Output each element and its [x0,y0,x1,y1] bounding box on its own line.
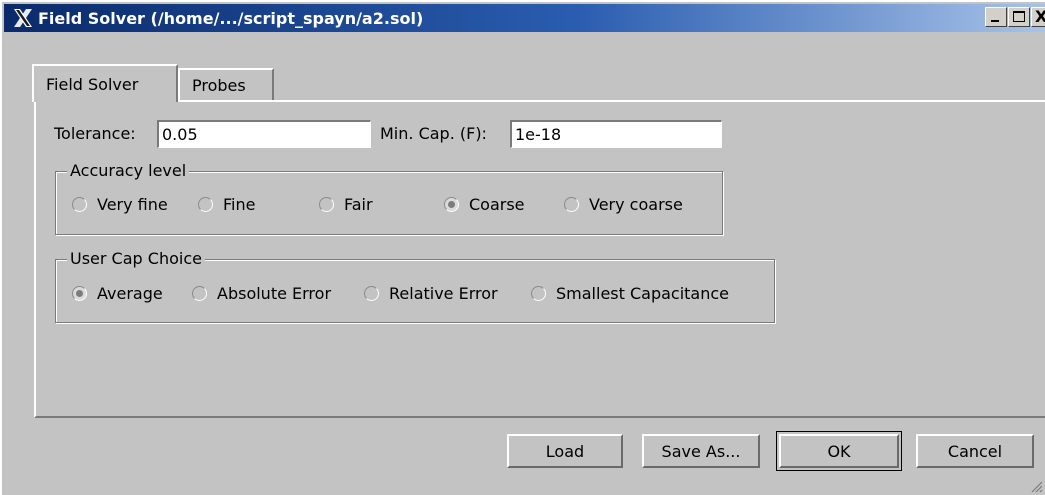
maximize-button[interactable] [1008,7,1030,27]
close-icon: X [1035,7,1045,26]
radio-icon [531,286,546,301]
tab-probes[interactable]: Probes [178,68,274,100]
min-cap-input[interactable] [510,120,722,148]
radio-label: Smallest Capacitance [556,284,730,303]
ok-button[interactable]: OK [776,431,902,471]
tab-label: Probes [192,75,246,95]
radio-checked-icon [72,286,87,301]
field-solver-window: Field Solver (/home/.../script_spayn/a2.… [0,0,1045,495]
save-as-button[interactable]: Save As... [642,434,760,468]
x-window-icon [14,9,32,27]
radio-average[interactable]: Average [72,284,163,303]
resize-grip-icon[interactable] [1029,479,1043,493]
radio-label: Very coarse [589,195,683,214]
radio-absolute-error[interactable]: Absolute Error [192,284,331,303]
radio-label: Very fine [97,195,168,214]
radio-checked-icon [444,197,459,212]
title-bar[interactable]: Field Solver (/home/.../script_spayn/a2.… [4,4,1045,32]
radio-smallest-capacitance[interactable]: Smallest Capacitance [531,284,729,303]
radio-icon [72,197,87,212]
radio-icon [319,197,334,212]
accuracy-level-legend: Accuracy level [67,161,190,180]
radio-label: Absolute Error [217,284,332,303]
window-controls: X [984,7,1045,27]
window-title: Field Solver (/home/.../script_spayn/a2.… [38,8,424,28]
radio-fine[interactable]: Fine [198,195,255,214]
radio-label: Fair [344,195,373,214]
user-cap-choice-legend: User Cap Choice [67,249,205,268]
radio-fair[interactable]: Fair [319,195,373,214]
cancel-button[interactable]: Cancel [916,434,1034,468]
tab-field-solver[interactable]: Field Solver [32,64,178,102]
radio-very-coarse[interactable]: Very coarse [564,195,683,214]
radio-label: Relative Error [389,284,498,303]
tolerance-label: Tolerance: [54,124,136,143]
radio-relative-error[interactable]: Relative Error [364,284,498,303]
tab-label: Field Solver [46,74,139,94]
radio-very-fine[interactable]: Very fine [72,195,168,214]
min-cap-label: Min. Cap. (F): [380,124,487,143]
minimize-button[interactable] [985,7,1007,27]
radio-label: Coarse [469,195,525,214]
load-button[interactable]: Load [507,434,623,468]
tolerance-input[interactable] [157,120,371,148]
radio-icon [564,197,579,212]
radio-coarse[interactable]: Coarse [444,195,525,214]
radio-icon [192,286,207,301]
minimize-icon [991,20,999,22]
radio-label: Average [97,284,163,303]
maximize-icon [1013,11,1025,22]
radio-icon [364,286,379,301]
close-button[interactable]: X [1031,7,1045,27]
radio-label: Fine [223,195,256,214]
radio-icon [198,197,213,212]
